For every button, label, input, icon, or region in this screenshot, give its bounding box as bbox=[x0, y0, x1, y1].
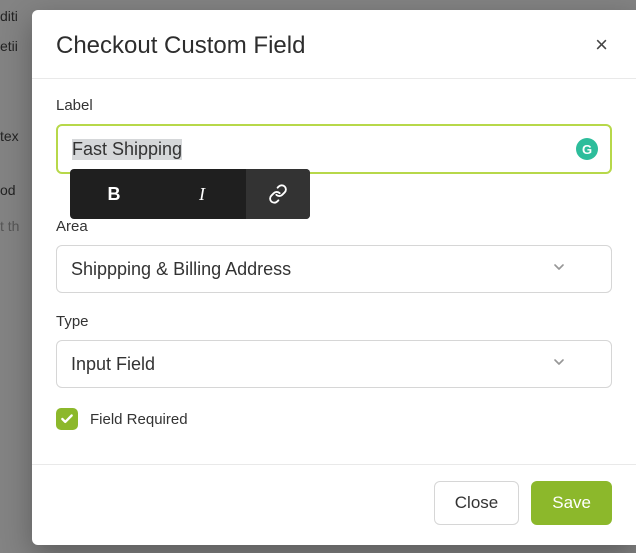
checkout-custom-field-modal: Checkout Custom Field × Label Fast Shipp… bbox=[32, 10, 636, 545]
type-select-value: Input Field bbox=[71, 354, 155, 375]
area-select-value: Shippping & Billing Address bbox=[71, 259, 291, 280]
modal-header: Checkout Custom Field × bbox=[32, 10, 636, 79]
label-input[interactable]: Fast Shipping G bbox=[56, 124, 612, 174]
field-required-row: Field Required bbox=[56, 408, 612, 430]
modal-title: Checkout Custom Field bbox=[56, 32, 305, 60]
type-select[interactable]: Input Field bbox=[56, 340, 612, 388]
modal-body: Label Fast Shipping G B I Area Shippping bbox=[32, 79, 636, 464]
label-input-value: Fast Shipping bbox=[72, 139, 182, 160]
check-icon bbox=[60, 412, 74, 426]
save-button[interactable]: Save bbox=[531, 481, 612, 525]
type-field-label: Type bbox=[56, 313, 612, 330]
area-field-group: Area Shippping & Billing Address bbox=[56, 218, 612, 293]
format-toolbar: B I bbox=[70, 169, 310, 219]
field-required-label: Field Required bbox=[90, 411, 188, 428]
chevron-down-icon bbox=[551, 354, 567, 375]
label-field-group: Label Fast Shipping G B I bbox=[56, 97, 612, 174]
link-icon bbox=[268, 184, 288, 204]
close-icon[interactable]: × bbox=[591, 32, 612, 58]
label-field-label: Label bbox=[56, 97, 612, 114]
bold-button[interactable]: B bbox=[70, 169, 158, 219]
area-field-label: Area bbox=[56, 218, 612, 235]
chevron-down-icon bbox=[551, 259, 567, 280]
link-button[interactable] bbox=[246, 169, 310, 219]
area-select[interactable]: Shippping & Billing Address bbox=[56, 245, 612, 293]
close-button[interactable]: Close bbox=[434, 481, 519, 525]
type-field-group: Type Input Field bbox=[56, 313, 612, 388]
modal-footer: Close Save bbox=[32, 464, 636, 545]
italic-button[interactable]: I bbox=[158, 169, 246, 219]
field-required-checkbox[interactable] bbox=[56, 408, 78, 430]
grammarly-icon[interactable]: G bbox=[576, 138, 598, 160]
